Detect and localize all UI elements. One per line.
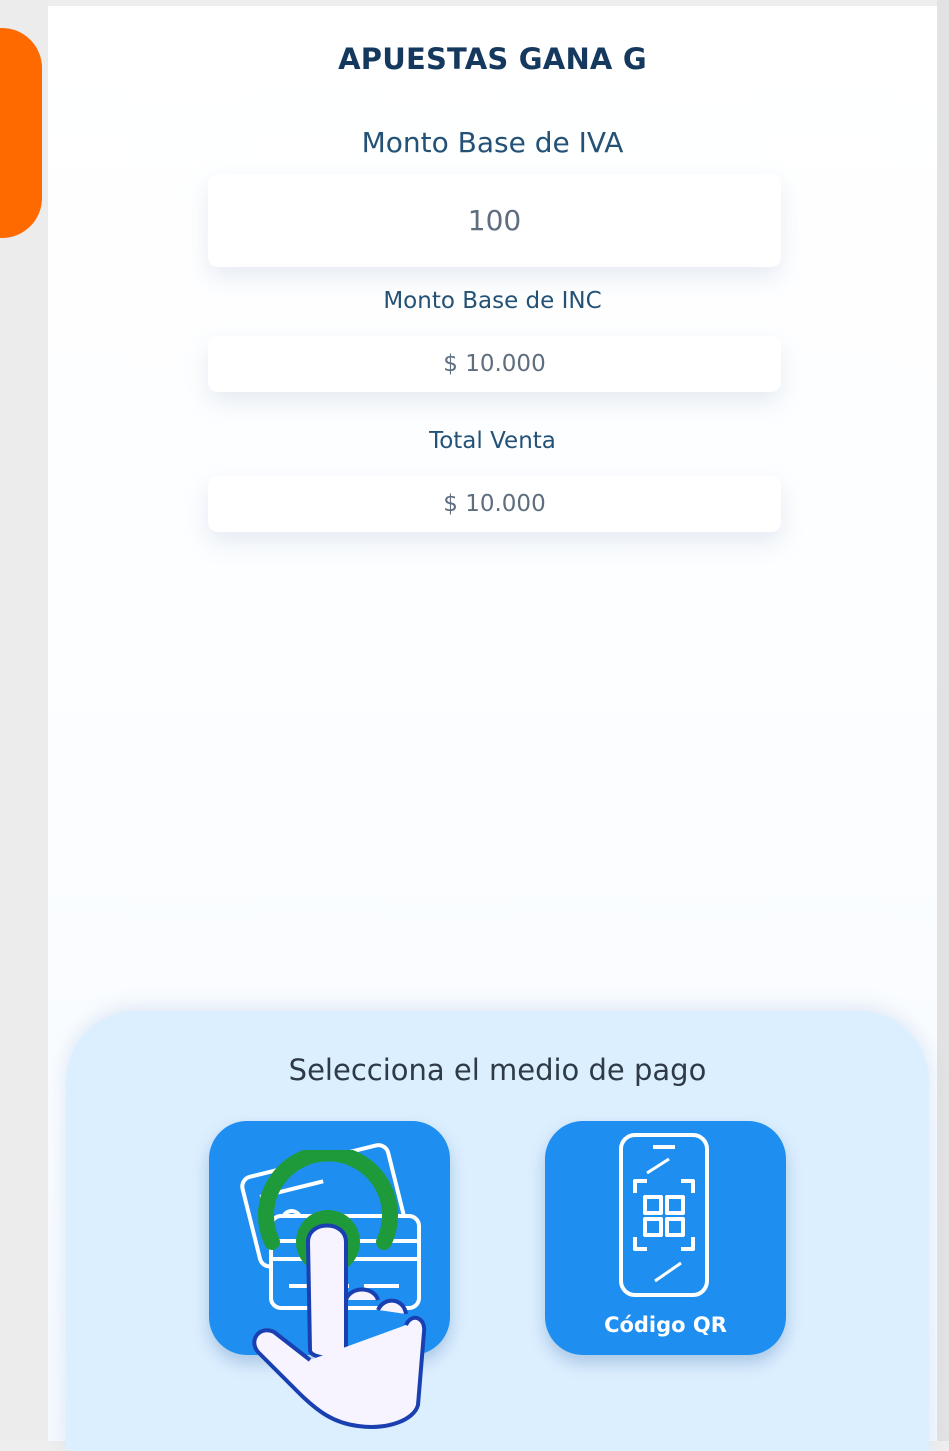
qr-payment-label: Código QR	[604, 1313, 727, 1337]
total-sale-field[interactable]: $ 10.000	[208, 476, 781, 532]
app-screen: APUESTAS GANA G Monto Base de IVA 100 Mo…	[48, 6, 937, 1451]
qr-payment-button[interactable]: Código QR	[545, 1121, 786, 1355]
brand-accent-tab	[0, 28, 42, 238]
tap-gesture-hand-icon	[252, 1150, 427, 1429]
iva-base-label: Monto Base de IVA	[361, 126, 624, 159]
total-sale-label: Total Venta	[429, 428, 556, 454]
page-title: APUESTAS GANA G	[338, 42, 647, 76]
inc-base-label: Monto Base de INC	[383, 288, 602, 314]
total-sale-value: $ 10.000	[443, 491, 546, 517]
iva-base-field[interactable]: 100	[208, 174, 781, 267]
payment-method-panel: Selecciona el medio de pago Ta	[66, 1011, 929, 1451]
right-background-edge	[937, 0, 949, 1441]
inc-base-field[interactable]: $ 10.000	[208, 336, 781, 392]
inc-base-value: $ 10.000	[443, 351, 546, 377]
payment-method-title: Selecciona el medio de pago	[288, 1053, 707, 1087]
iva-base-value: 100	[467, 204, 522, 237]
